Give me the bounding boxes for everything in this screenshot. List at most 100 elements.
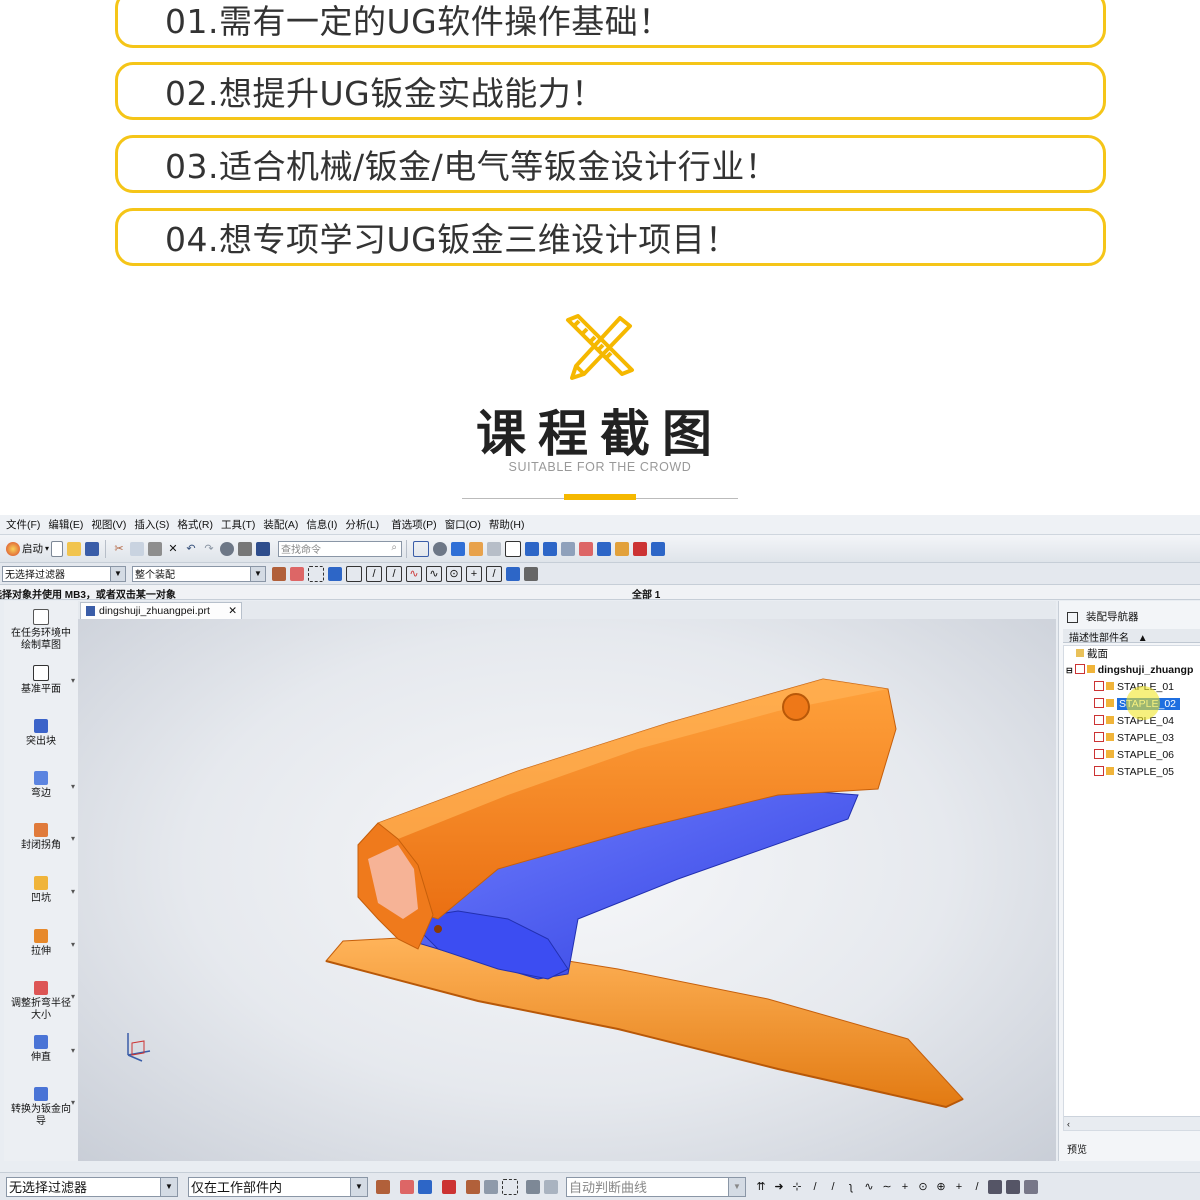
filter-reset-icon[interactable] — [524, 566, 538, 581]
checkbox-icon[interactable] — [1074, 664, 1085, 675]
tree-item-root[interactable]: ⊟ dingshuji_zhuangp — [1066, 662, 1193, 678]
type-filter-select[interactable]: 无选择过滤器 ▼ — [2, 565, 126, 582]
curve-rule-icon[interactable] — [544, 1179, 558, 1194]
pan-icon[interactable] — [469, 541, 484, 556]
close-icon[interactable]: ✕ — [228, 603, 237, 619]
intersection-icon[interactable]: ∿ — [406, 565, 422, 582]
quadrant-icon[interactable]: ⊙ — [446, 565, 462, 582]
line-icon[interactable]: / — [808, 1180, 822, 1194]
menu-preferences[interactable]: 首选项(P) — [391, 517, 437, 532]
navigator-column-header[interactable]: 描述性部件名 ▲ — [1063, 629, 1200, 644]
wave-icon[interactable] — [579, 541, 594, 556]
pointer-icon[interactable] — [466, 1179, 480, 1194]
snap-icon[interactable] — [400, 1179, 414, 1194]
checkbox-icon[interactable] — [1094, 766, 1104, 777]
menu-tools[interactable]: 工具(T) — [221, 517, 255, 532]
checkbox-icon[interactable] — [1094, 698, 1104, 709]
measure-icon[interactable] — [633, 541, 648, 556]
shading-icon[interactable] — [433, 541, 448, 556]
rotate-icon[interactable] — [487, 541, 502, 556]
control-point-icon[interactable]: / — [386, 565, 402, 582]
menu-info[interactable]: 信息(I) — [306, 517, 337, 532]
select-all-icon[interactable] — [484, 1179, 498, 1194]
tool-closed-corner[interactable]: 封闭拐角 ▾ — [4, 823, 78, 852]
show-hide-icon[interactable] — [328, 566, 342, 581]
menu-format[interactable]: 格式(R) — [177, 517, 213, 532]
layer-icon[interactable] — [256, 541, 271, 556]
checkbox-icon[interactable] — [1094, 749, 1104, 760]
tool-datum-plane[interactable]: 基准平面 ▾ — [4, 665, 78, 696]
menu-window[interactable]: 窗口(O) — [445, 517, 481, 532]
tool-sketch[interactable]: 在任务环境中绘制草图 — [4, 609, 78, 652]
edge-icon[interactable] — [1024, 1179, 1038, 1194]
midpoint-icon[interactable]: / — [366, 565, 382, 582]
bottom-filter-select[interactable]: 无选择过滤器 ▼ — [6, 1176, 178, 1197]
arc-center-icon[interactable]: ∿ — [426, 565, 442, 582]
constraint-icon[interactable] — [543, 541, 558, 556]
dimension-icon[interactable] — [651, 541, 666, 556]
assembly-icon[interactable] — [525, 541, 540, 556]
checkbox-icon[interactable] — [1094, 681, 1104, 692]
tree-item-section[interactable]: 截面 — [1076, 646, 1108, 662]
redo-icon[interactable]: ↷ — [202, 542, 216, 556]
spline-icon[interactable]: ∿ — [862, 1180, 876, 1194]
tool-bend-radius[interactable]: 调整折弯半径大小 ▾ — [4, 981, 78, 1022]
tool-unbend[interactable]: 伸直 ▾ — [4, 1035, 78, 1064]
delete-icon[interactable]: ✕ — [166, 542, 180, 556]
body-icon[interactable] — [1006, 1179, 1020, 1194]
tree-item-part[interactable]: STAPLE_03 — [1094, 730, 1174, 746]
checkbox-icon[interactable] — [1094, 732, 1104, 743]
menu-view[interactable]: 视图(V) — [91, 517, 126, 532]
cross-icon[interactable]: + — [898, 1180, 912, 1194]
snap-grid-icon[interactable]: ⊹ — [790, 1180, 804, 1194]
bottom-scope-select[interactable]: 仅在工作部件内 ▼ — [188, 1176, 368, 1197]
preview-panel-label[interactable]: 预览 — [1067, 1141, 1087, 1156]
line-icon[interactable]: / — [826, 1180, 840, 1194]
existing-point-icon[interactable]: + — [466, 565, 482, 582]
checkbox-icon[interactable] — [1094, 715, 1104, 726]
tree-item-part[interactable]: STAPLE_05 — [1094, 764, 1174, 780]
start-button[interactable]: 启动 — [22, 541, 43, 556]
tool-tab[interactable]: 突出块 — [4, 719, 78, 748]
section-icon[interactable] — [615, 541, 630, 556]
show-icon[interactable] — [526, 1179, 540, 1194]
curve-icon[interactable]: ʅ — [844, 1180, 858, 1194]
graphics-viewport[interactable] — [78, 619, 1056, 1161]
quadrant-icon[interactable]: ⊕ — [934, 1180, 948, 1194]
snap-point-icon[interactable] — [290, 566, 304, 581]
fill-icon[interactable] — [238, 541, 253, 556]
curve-rule-select[interactable]: 自动判断曲线 ▼ — [566, 1176, 746, 1197]
tool-extrude[interactable]: 拉伸 ▾ — [4, 929, 78, 958]
face-icon[interactable] — [988, 1179, 1002, 1194]
plus-icon[interactable]: + — [952, 1180, 966, 1194]
tool-flange[interactable]: 弯边 ▾ — [4, 771, 78, 800]
general-selection-icon[interactable] — [272, 566, 286, 581]
document-tab[interactable]: dingshuji_zhuangpei.prt ✕ — [80, 602, 242, 619]
command-search-input[interactable]: 查找命令 ⌕ — [278, 540, 403, 557]
render-style-icon[interactable] — [220, 541, 235, 556]
slash-icon[interactable]: / — [970, 1180, 984, 1194]
menu-analysis[interactable]: 分析(L) — [345, 517, 379, 532]
cut-icon[interactable]: ✂ — [112, 542, 126, 556]
menu-file[interactable]: 文件(F) — [6, 517, 40, 532]
tool-dimple[interactable]: 凹坑 ▾ — [4, 876, 78, 905]
circle-icon[interactable]: ⊙ — [916, 1180, 930, 1194]
follow-fillet-icon[interactable]: ➜ — [772, 1180, 786, 1194]
point-on-face-icon[interactable] — [506, 566, 520, 581]
new-file-icon[interactable] — [51, 540, 64, 557]
copy-icon[interactable] — [130, 541, 145, 556]
move-icon[interactable] — [561, 541, 576, 556]
endpoint-icon[interactable] — [346, 565, 362, 582]
menu-assembly[interactable]: 装配(A) — [263, 517, 298, 532]
horizontal-scrollbar[interactable]: ‹ — [1064, 1116, 1200, 1130]
selection-intent-icon[interactable] — [376, 1179, 390, 1194]
stop-at-intersection-icon[interactable]: ⇈ — [754, 1180, 768, 1194]
point-on-curve-icon[interactable]: / — [486, 565, 502, 582]
tool-convert-wizard[interactable]: 转换为钣金向导 ▾ — [4, 1087, 78, 1128]
view-cube-icon[interactable] — [451, 541, 466, 556]
analysis-icon[interactable] — [597, 541, 612, 556]
tree-item-part[interactable]: STAPLE_06 — [1094, 747, 1174, 763]
menu-insert[interactable]: 插入(S) — [134, 517, 169, 532]
menu-help[interactable]: 帮助(H) — [489, 517, 525, 532]
move-handle-icon[interactable] — [418, 1179, 432, 1194]
